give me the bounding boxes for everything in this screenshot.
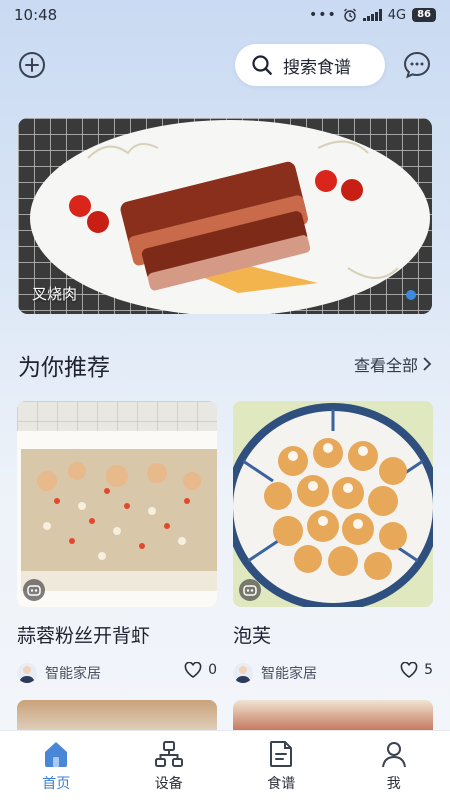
like-count: 5: [424, 662, 433, 678]
top-bar: 搜索食谱: [0, 42, 450, 88]
nav-devices[interactable]: 设备: [113, 731, 226, 800]
network-type: 4G: [387, 7, 407, 23]
status-bar: 10:48 ••• 4G 86: [0, 0, 450, 30]
recipe-card[interactable]: 泡芙 智能家居 5: [233, 401, 433, 684]
alarm-icon: [343, 8, 356, 22]
devices-icon: [154, 741, 183, 767]
recipe-title: 蒜蓉粉丝开背虾: [17, 625, 151, 647]
like-button[interactable]: 5: [400, 662, 433, 678]
banner-caption: 叉烧肉: [32, 285, 78, 303]
heart-icon: [400, 662, 418, 678]
nav-recipes[interactable]: 食谱: [225, 731, 338, 800]
avatar: [233, 663, 253, 683]
recipe-meta: 智能家居 0: [17, 662, 217, 684]
chevron-right-icon: [423, 357, 432, 371]
signal-icon: [362, 9, 382, 21]
banner-food-image: [18, 118, 432, 314]
search-recipe-button[interactable]: 搜索食谱: [235, 44, 385, 86]
profile-icon: [381, 742, 406, 768]
nav-profile[interactable]: 我: [338, 731, 450, 800]
recipe-photo: [17, 401, 217, 607]
search-icon: [252, 55, 272, 75]
message-button[interactable]: [403, 51, 431, 79]
like-count: 0: [208, 662, 217, 678]
shrimp-dish-image: [17, 401, 217, 607]
recipe-photo: [233, 401, 433, 607]
nav-profile-label: 我: [386, 776, 401, 792]
carousel-indicator: [406, 290, 416, 300]
see-all-link[interactable]: 查看全部: [354, 352, 432, 376]
robot-icon: [239, 579, 261, 601]
avatar: [17, 663, 37, 683]
recipe-card[interactable]: 蒜蓉粉丝开背虾 智能家居 0: [17, 401, 217, 684]
robot-icon: [23, 579, 45, 601]
nav-home[interactable]: 首页: [0, 731, 113, 800]
section-title: 为你推荐: [18, 355, 110, 381]
recipe-title: 泡芙: [233, 625, 272, 647]
battery-icon: 86: [412, 8, 436, 22]
like-button[interactable]: 0: [184, 662, 217, 678]
nav-devices-label: 设备: [154, 776, 183, 792]
see-all-label: 查看全部: [353, 356, 418, 375]
nav-recipes-label: 食谱: [267, 776, 296, 792]
featured-banner[interactable]: 叉烧肉: [18, 118, 432, 314]
heart-icon: [184, 662, 202, 678]
puff-dish-image: [233, 401, 433, 607]
recipe-icon: [270, 741, 293, 767]
notification-dots: •••: [308, 7, 337, 23]
nav-home-label: 首页: [42, 776, 71, 792]
bottom-navigation: 首页 设备 食谱 我: [0, 730, 450, 800]
search-label: 搜索食谱: [283, 57, 351, 78]
author-name: 智能家居: [261, 666, 317, 682]
recipe-meta: 智能家居 5: [233, 662, 433, 684]
recommend-section-header: 为你推荐 查看全部: [18, 344, 432, 384]
add-device-button[interactable]: [18, 51, 46, 79]
status-time: 10:48: [14, 6, 58, 24]
status-icons: ••• 4G 86: [309, 7, 436, 23]
home-icon: [45, 742, 68, 767]
author-name: 智能家居: [45, 666, 101, 682]
